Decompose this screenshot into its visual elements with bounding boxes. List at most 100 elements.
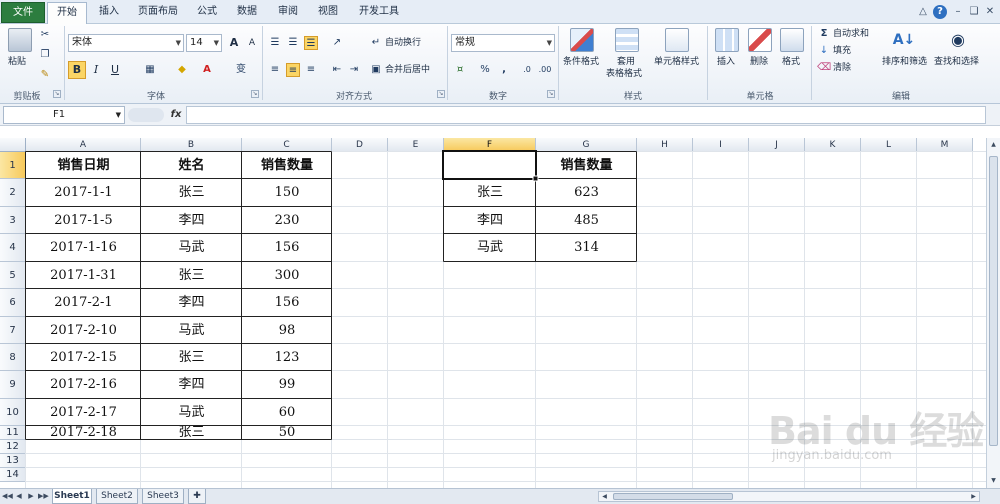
align-left-icon[interactable]: ≡	[268, 63, 282, 77]
number-format-value: 常规	[455, 37, 475, 48]
phonetic-guide-button[interactable]: 变	[234, 63, 248, 77]
grow-font-button[interactable]: A	[225, 34, 243, 52]
wrap-text-button[interactable]: 自动换行	[385, 37, 421, 49]
autosum-button[interactable]: 自动求和	[833, 28, 869, 40]
number-format-select[interactable]: 常规 ▼	[451, 34, 555, 52]
format-as-table-button-line2[interactable]: 表格格式	[606, 68, 642, 80]
align-top-icon[interactable]: ☰	[268, 36, 282, 50]
fill-handle[interactable]	[532, 175, 539, 182]
active-cell-outline[interactable]	[442, 150, 537, 180]
format-painter-icon[interactable]: ✎	[38, 68, 52, 82]
scroll-left-icon[interactable]: ◀	[600, 492, 609, 501]
scroll-up-icon[interactable]: ▲	[989, 140, 998, 149]
window-minimize-icon[interactable]: –	[951, 5, 965, 19]
bold-button[interactable]: B	[68, 61, 86, 79]
formula-input[interactable]	[186, 106, 986, 124]
fill-color-icon[interactable]: ◆	[175, 63, 189, 77]
window-restore-icon[interactable]: ❑	[967, 5, 981, 19]
sort-filter-button[interactable]: 排序和筛选	[882, 56, 927, 68]
find-select-button[interactable]: 查找和选择	[934, 56, 979, 68]
font-launcher-icon[interactable]: ↘	[251, 90, 259, 98]
orientation-icon[interactable]: ↗	[330, 36, 344, 50]
align-middle-icon[interactable]: ☰	[286, 36, 300, 50]
clear-button[interactable]: 清除	[833, 62, 851, 74]
fill-button[interactable]: 填充	[833, 45, 851, 57]
sheet-tab-sheet1[interactable]: Sheet1	[52, 489, 92, 504]
find-select-icon[interactable]: ◉	[946, 28, 970, 52]
format-as-table-icon[interactable]	[615, 28, 639, 52]
minimize-ribbon-icon[interactable]: △	[916, 5, 930, 19]
format-cells-button[interactable]: 格式	[782, 56, 800, 68]
tab-home[interactable]: 开始	[47, 2, 87, 25]
sort-filter-icon[interactable]: A↓	[892, 28, 916, 52]
conditional-format-icon[interactable]	[570, 28, 594, 52]
increase-indent-icon[interactable]: ⇥	[347, 63, 361, 77]
help-icon[interactable]: ?	[933, 5, 947, 19]
vertical-scroll-thumb[interactable]	[989, 156, 998, 446]
tab-view[interactable]: 视图	[311, 2, 345, 24]
paste-icon[interactable]	[8, 28, 32, 52]
grow-font-label: A	[229, 36, 239, 49]
number-launcher-icon[interactable]: ↘	[547, 90, 555, 98]
tab-formulas[interactable]: 公式	[190, 2, 224, 24]
cell-styles-icon[interactable]	[665, 28, 689, 52]
prev-sheet-icon[interactable]: ◀	[14, 491, 24, 502]
horizontal-scroll-thumb[interactable]	[613, 493, 733, 500]
next-sheet-icon[interactable]: ▶	[26, 491, 36, 502]
delete-cells-icon[interactable]	[748, 28, 772, 52]
align-bottom-icon[interactable]: ☰	[304, 36, 318, 50]
cell-styles-button[interactable]: 单元格样式	[654, 56, 699, 68]
sheet-tab-sheet3[interactable]: Sheet3	[142, 489, 184, 504]
italic-button[interactable]: I	[87, 61, 105, 79]
group-label-cells: 单元格	[746, 92, 774, 102]
horizontal-scrollbar[interactable]: ◀ ▶	[598, 491, 980, 502]
insert-function-button[interactable]: fx	[168, 107, 184, 123]
last-sheet-icon[interactable]: ▶▶	[38, 491, 49, 502]
increase-decimal-icon[interactable]: .0	[520, 63, 534, 77]
align-right-icon[interactable]: ≡	[304, 63, 318, 77]
group-label-editing: 编辑	[891, 92, 910, 102]
underline-button[interactable]: U	[106, 61, 124, 79]
scroll-right-icon[interactable]: ▶	[969, 492, 978, 501]
conditional-format-button[interactable]: 条件格式	[563, 56, 599, 68]
insert-cells-button[interactable]: 插入	[717, 56, 735, 68]
font-color-icon[interactable]: A	[200, 63, 214, 77]
paste-button[interactable]: 粘贴	[8, 56, 26, 68]
merge-center-button[interactable]: 合并后居中	[385, 64, 430, 76]
delete-cells-button[interactable]: 删除	[750, 56, 768, 68]
tab-page-layout[interactable]: 页面布局	[132, 2, 184, 24]
comma-style-button[interactable]: ,	[497, 63, 511, 77]
formula-bar-splitter[interactable]	[128, 108, 164, 122]
align-center-icon[interactable]: ≡	[286, 63, 300, 77]
alignment-launcher-icon[interactable]: ↘	[437, 90, 445, 98]
tab-insert[interactable]: 插入	[92, 2, 126, 24]
format-cells-icon[interactable]	[780, 28, 804, 52]
decrease-decimal-icon[interactable]: .00	[538, 63, 552, 77]
vertical-scrollbar[interactable]: ▲ ▼	[986, 138, 1000, 488]
worksheet-grid[interactable]: ABCDEFGHIJKLM 1 2 3 4 5 6 7 8 9 10 11 12 13 14 销售日期 姓名…	[0, 138, 986, 488]
insert-sheet-icon[interactable]: ✚	[188, 489, 206, 504]
window-close-icon[interactable]: ✕	[983, 5, 997, 19]
currency-icon[interactable]: ¤	[453, 63, 467, 77]
cut-icon[interactable]: ✂	[38, 28, 52, 42]
percent-button[interactable]: %	[478, 63, 492, 77]
font-name-select[interactable]: 宋体 ▼	[68, 34, 184, 52]
clipboard-launcher-icon[interactable]: ↘	[53, 90, 61, 98]
font-size-select[interactable]: 14 ▼	[186, 34, 222, 52]
tab-data[interactable]: 数据	[230, 2, 264, 24]
first-sheet-icon[interactable]: ◀◀	[2, 491, 13, 502]
tab-file[interactable]: 文件	[1, 2, 45, 23]
shrink-font-label: A	[248, 38, 256, 48]
copy-icon[interactable]: ❐	[38, 48, 52, 62]
format-as-table-button-line1[interactable]: 套用	[617, 56, 635, 68]
scroll-down-icon[interactable]: ▼	[989, 476, 998, 485]
insert-cells-icon[interactable]	[715, 28, 739, 52]
name-box[interactable]: F1 ▼	[3, 106, 125, 124]
tab-developer[interactable]: 开发工具	[352, 2, 406, 24]
sheet-tab-sheet2[interactable]: Sheet2	[96, 489, 138, 504]
shrink-font-button[interactable]: A	[243, 34, 261, 52]
decrease-indent-icon[interactable]: ⇤	[330, 63, 344, 77]
tab-review[interactable]: 审阅	[271, 2, 305, 24]
borders-icon[interactable]: ▦	[143, 63, 157, 77]
font-name-value: 宋体	[72, 37, 92, 48]
